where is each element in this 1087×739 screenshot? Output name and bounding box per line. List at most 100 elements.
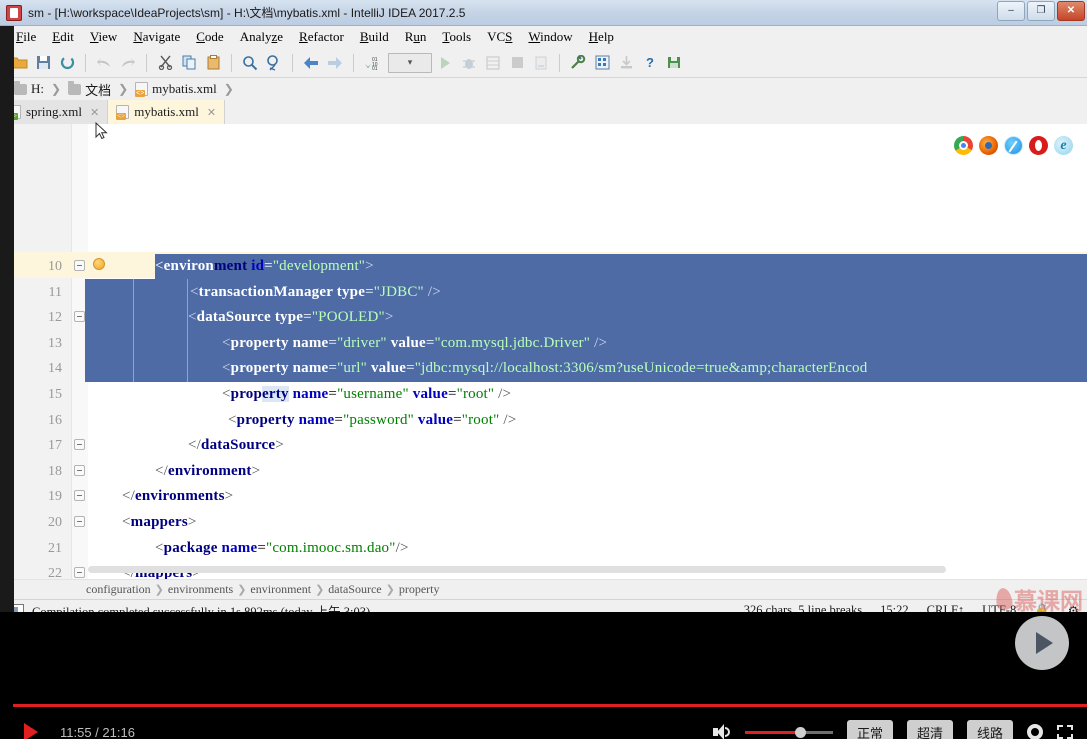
firefox-browser-icon[interactable] [979,136,998,155]
maximize-icon: ❐ [1036,5,1046,16]
opera-browser-icon[interactable] [1029,136,1048,155]
fullscreen-icon[interactable] [1057,725,1073,739]
sync-refresh-icon[interactable] [56,52,78,74]
menu-item-run[interactable]: Run [397,27,435,47]
run-configuration-selector[interactable]: ▾ [388,52,432,73]
debug-icon[interactable] [458,52,480,74]
tab-label: spring.xml [26,104,82,119]
breadcrumb-label: mybatis.xml [152,81,217,96]
copy-icon[interactable] [178,52,200,74]
menu-item-analyze[interactable]: Analyze [232,27,291,47]
menu-item-window[interactable]: Window [520,27,580,47]
menu-item-tools[interactable]: Tools [434,27,479,47]
forward-icon[interactable] [324,52,346,74]
code-line-20[interactable]: <mappers> [122,514,197,531]
play-icon[interactable] [24,723,38,739]
menu-item-navigate[interactable]: Navigate [125,27,188,47]
code-line-19[interactable]: </environments> [122,488,233,505]
menu-item-code[interactable]: Code [188,27,231,47]
horizontal-scrollbar[interactable] [88,566,946,573]
playback-speed-button[interactable]: 正常 [846,719,893,739]
status-message: Compilation completed successfully in 1s… [32,605,371,612]
volume-knob[interactable] [794,727,806,738]
breadcrumb-item-file[interactable]: mybatis.xml [131,81,221,97]
edge-browser-icon[interactable]: e [1054,136,1073,155]
close-icon[interactable]: ✕ [90,106,99,119]
route-button[interactable]: 线路 [966,719,1013,739]
menu-item-view[interactable]: View [82,27,125,47]
back-icon[interactable] [300,52,322,74]
status-line-separator[interactable]: CRLF↕ [927,603,965,612]
video-player[interactable]: 11:55 / 21:16 正常 超清 线路 [0,612,1087,739]
menu-item-build[interactable]: Build [352,27,397,47]
cut-icon[interactable] [154,52,176,74]
xml-file-icon [135,82,149,97]
commit-icon[interactable] [663,52,685,74]
code-editor[interactable]: 10 11 12 13 14 15 16 17 18 19 20 21 22 2… [0,124,1087,579]
code-line-12[interactable]: <dataSource type="POOLED"> [188,309,394,326]
undo-icon[interactable] [93,52,115,74]
safari-browser-icon[interactable] [1004,136,1023,155]
structure-crumb-environment[interactable]: environment [250,582,311,597]
code-line-14[interactable]: <property name="url" value="jdbc:mysql:/… [222,360,867,377]
structure-crumb-property[interactable]: property [399,582,440,597]
inspection-icon[interactable]: ⚙ [1068,603,1079,613]
video-progress-bar[interactable] [13,704,1087,707]
minimize-button[interactable]: – [997,1,1025,21]
menu-item-edit[interactable]: Edit [44,27,82,47]
quality-button[interactable]: 超清 [906,719,953,739]
run-icon[interactable] [434,52,456,74]
toolbar-separator [85,53,86,72]
status-caret-position[interactable]: 15:22 [880,603,908,612]
close-button[interactable]: ✕ [1057,1,1085,21]
editor-tab-mybatis-xml[interactable]: mybatis.xml ✕ [108,100,226,124]
close-icon[interactable]: ✕ [207,106,216,119]
sort-icon[interactable]: 01 10 01 [361,52,383,74]
window-title-bar: sm - [H:\workspace\IdeaProjects\sm] - H:… [0,0,1087,26]
gear-icon[interactable] [1027,724,1043,739]
project-structure-icon[interactable] [591,52,613,74]
breadcrumb-label: 文档 [85,82,112,98]
chevron-right-icon: ❯ [154,584,164,596]
replace-icon[interactable] [263,52,285,74]
breadcrumb-item-drive[interactable]: H: [10,80,48,97]
play-overlay-icon[interactable] [1015,616,1069,670]
structure-crumb-configuration[interactable]: configuration [86,582,151,597]
chrome-browser-icon[interactable] [954,136,973,155]
lock-icon[interactable]: 🔒 [1034,603,1050,612]
update-project-icon[interactable] [615,52,637,74]
code-line-13[interactable]: <property name="driver" value="com.mysql… [222,335,607,352]
stop-icon[interactable] [506,52,528,74]
structure-crumb-environments[interactable]: environments [168,582,233,597]
video-controls-right: 正常 超清 线路 [712,719,1073,739]
status-encoding[interactable]: UTF-8 [982,603,1016,612]
video-progress-fill [13,704,1087,707]
maximize-button[interactable]: ❐ [1027,1,1055,21]
menu-item-refactor[interactable]: Refactor [291,27,352,47]
volume-slider[interactable] [744,725,833,739]
save-all-icon[interactable] [32,52,54,74]
paste-icon[interactable] [202,52,224,74]
redo-icon[interactable] [117,52,139,74]
code-line-11[interactable]: <transactionManager type="JDBC" /> [190,284,441,301]
menu-item-help[interactable]: Help [581,27,622,47]
breadcrumb-item-folder[interactable]: 文档 [64,80,115,99]
profile-icon[interactable] [530,52,552,74]
volume-icon[interactable] [712,724,731,739]
speaker-wave [724,727,730,737]
window-title: sm - [H:\workspace\IdeaProjects\sm] - H:… [28,6,466,20]
code-line-16[interactable]: <property name="password" value="root" /… [228,412,516,429]
find-icon[interactable] [239,52,261,74]
help-icon[interactable]: ? [639,52,661,74]
coverage-icon[interactable] [482,52,504,74]
menu-item-vcs[interactable]: VCS [479,27,520,47]
browser-launch-bar[interactable]: e [954,136,1073,155]
code-line-21[interactable]: <package name="com.imooc.sm.dao"/> [155,540,409,557]
code-line-18[interactable]: </environment> [155,463,260,480]
editor-tab-spring-xml[interactable]: spring.xml ✕ [0,100,109,124]
structure-crumb-datasource[interactable]: dataSource [328,582,381,597]
code-line-17[interactable]: </dataSource> [188,437,284,454]
code-line-15[interactable]: <property name="username" value="root" /… [222,386,511,403]
settings-wrench-icon[interactable] [567,52,589,74]
code-line-10[interactable]: <environment id="development"> [155,258,374,275]
